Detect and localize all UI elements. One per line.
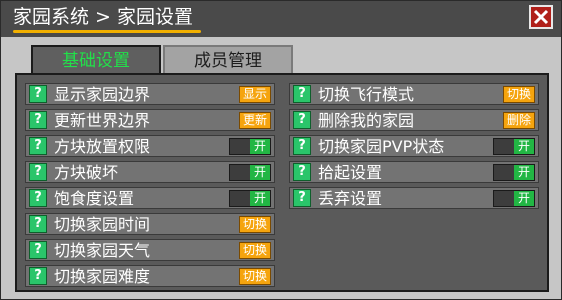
setting-label: 切换家园PVP状态: [318, 137, 445, 156]
toggle-on-label: 开: [250, 139, 270, 154]
help-icon[interactable]: ?: [29, 163, 47, 181]
setting-label: 切换飞行模式: [318, 85, 415, 104]
setting-label: 方块破坏: [54, 163, 119, 182]
setting-label: 显示家园边界: [54, 85, 151, 104]
toggle-on-label: 开: [514, 139, 534, 154]
help-icon[interactable]: ?: [29, 137, 47, 155]
setting-action-button[interactable]: 显示: [239, 86, 271, 103]
close-icon: [533, 9, 549, 25]
help-icon[interactable]: ?: [293, 111, 311, 129]
settings-panel: ? 显示家园边界 显示? 更新世界边界 更新? 方块放置权限开? 方块破坏开? 饱食度设置开?…: [15, 73, 549, 292]
setting-row: ? 删除我的家园 删除: [289, 109, 539, 131]
setting-row: ? 切换家园难度 切换: [25, 265, 275, 287]
title-bar: 家园系统 > 家园设置: [1, 1, 561, 37]
help-icon[interactable]: ?: [293, 163, 311, 181]
tab-basic-settings[interactable]: 基础设置: [31, 45, 161, 75]
setting-toggle[interactable]: 开: [229, 164, 271, 181]
setting-row: ? 切换家园天气 切换: [25, 239, 275, 261]
tab-member-management[interactable]: 成员管理: [163, 45, 293, 73]
setting-label: 拾起设置: [318, 163, 383, 182]
setting-row: ? 显示家园边界 显示: [25, 83, 275, 105]
help-icon[interactable]: ?: [29, 267, 47, 285]
setting-label: 删除我的家园: [318, 111, 415, 130]
setting-label: 切换家园难度: [54, 267, 151, 286]
help-icon[interactable]: ?: [293, 137, 311, 155]
setting-action-button[interactable]: 切换: [239, 216, 271, 233]
toggle-on-label: 开: [514, 165, 534, 180]
toggle-on-label: 开: [514, 191, 534, 206]
help-icon[interactable]: ?: [29, 85, 47, 103]
help-icon[interactable]: ?: [293, 85, 311, 103]
setting-label: 切换家园时间: [54, 215, 151, 234]
help-icon[interactable]: ?: [29, 215, 47, 233]
help-icon[interactable]: ?: [29, 241, 47, 259]
home-settings-window: 家园系统 > 家园设置 基础设置 成员管理 ? 显示家园边界 显示? 更新世界边界 更新…: [0, 0, 562, 300]
toggle-on-label: 开: [250, 191, 270, 206]
setting-toggle[interactable]: 开: [493, 138, 535, 155]
help-icon[interactable]: ?: [293, 189, 311, 207]
setting-row: ? 饱食度设置 开: [25, 187, 275, 209]
title-underline: [13, 30, 201, 33]
setting-action-button[interactable]: 切换: [239, 268, 271, 285]
setting-row: ? 切换飞行模式 切换: [289, 83, 539, 105]
setting-row: ? 更新世界边界 更新: [25, 109, 275, 131]
setting-label: 更新世界边界: [54, 111, 151, 130]
window-title: 家园系统 > 家园设置: [13, 6, 193, 28]
help-icon[interactable]: ?: [29, 189, 47, 207]
setting-row: ? 方块破坏 开: [25, 161, 275, 183]
setting-action-button[interactable]: 更新: [239, 112, 271, 129]
setting-toggle[interactable]: 开: [229, 138, 271, 155]
setting-action-button[interactable]: 切换: [503, 86, 535, 103]
setting-toggle[interactable]: 开: [229, 190, 271, 207]
setting-label: 饱食度设置: [54, 189, 135, 208]
setting-row: ? 方块放置权限 开: [25, 135, 275, 157]
setting-label: 切换家园天气: [54, 241, 151, 260]
setting-label: 丢弃设置: [318, 189, 383, 208]
setting-action-button[interactable]: 切换: [239, 242, 271, 259]
setting-label: 方块放置权限: [54, 137, 151, 156]
toggle-on-label: 开: [250, 165, 270, 180]
setting-row: ? 丢弃设置 开: [289, 187, 539, 209]
setting-toggle[interactable]: 开: [493, 190, 535, 207]
setting-toggle[interactable]: 开: [493, 164, 535, 181]
help-icon[interactable]: ?: [29, 111, 47, 129]
close-button[interactable]: [529, 5, 553, 29]
setting-row: ? 切换家园PVP状态 开: [289, 135, 539, 157]
setting-action-button[interactable]: 删除: [503, 112, 535, 129]
setting-row: ? 切换家园时间 切换: [25, 213, 275, 235]
setting-row: ? 拾起设置 开: [289, 161, 539, 183]
